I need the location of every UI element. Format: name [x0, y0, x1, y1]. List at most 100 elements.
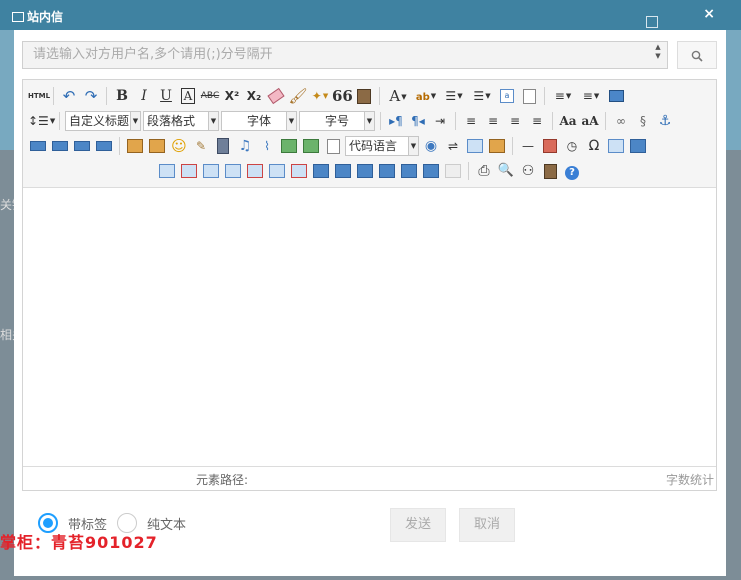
- toolbar-separator: [544, 86, 545, 105]
- word-image-icon[interactable]: [628, 136, 648, 156]
- row-spacing-top-icon[interactable]: ≡▼: [550, 86, 576, 106]
- recipient-scroll-arrows[interactable]: ▲ ▼: [652, 43, 664, 67]
- underline-icon[interactable]: U: [156, 86, 176, 106]
- insert-col-icon[interactable]: [267, 161, 287, 181]
- horizontal-rule-icon[interactable]: —: [518, 136, 538, 156]
- strikethrough-icon[interactable]: ABC: [200, 86, 220, 106]
- toolbar-separator: [59, 111, 60, 130]
- subscript-icon[interactable]: X₂: [244, 86, 264, 106]
- delete-table-icon[interactable]: [179, 161, 199, 181]
- align-left-icon[interactable]: ≡: [461, 111, 481, 131]
- anchor-icon[interactable]: ⚓: [655, 111, 675, 131]
- image-right-icon[interactable]: [72, 136, 92, 156]
- font-border-icon[interactable]: A: [178, 86, 198, 106]
- search-replace-icon[interactable]: ⚇: [518, 161, 538, 181]
- custom-title-dropdown[interactable]: 自定义标题 ▼: [65, 110, 141, 131]
- split-to-cells-icon[interactable]: [377, 161, 397, 181]
- editor-content-area[interactable]: [23, 188, 716, 466]
- font-size-dropdown[interactable]: 字号 ▼: [299, 110, 375, 131]
- clear-doc-icon[interactable]: [519, 86, 539, 106]
- indent-icon[interactable]: ⇥: [430, 111, 450, 131]
- bold-icon[interactable]: B: [112, 86, 132, 106]
- format-brush-icon[interactable]: 🖌: [288, 86, 308, 106]
- preview-icon[interactable]: [606, 86, 626, 106]
- unordered-list-icon[interactable]: ☰▼: [469, 86, 495, 106]
- redo-icon[interactable]: ↷: [81, 86, 101, 106]
- scrawl-icon[interactable]: ✎: [191, 136, 211, 156]
- chart-icon[interactable]: [443, 161, 463, 181]
- superscript-icon[interactable]: X²: [222, 86, 242, 106]
- dialog-body: 请选输入对方用户名,多个请用(;)分号隔开 ▲ ▼ HTML ↶ ↷ B I U …: [14, 30, 726, 576]
- image-center-icon[interactable]: [94, 136, 114, 156]
- spell-check-icon[interactable]: [606, 136, 626, 156]
- direction-rtl-icon[interactable]: ¶◂: [408, 111, 428, 131]
- help-icon[interactable]: ?: [562, 161, 582, 181]
- merge-down-icon[interactable]: [355, 161, 375, 181]
- italic-icon[interactable]: I: [134, 86, 154, 106]
- simple-upload-icon[interactable]: [125, 136, 145, 156]
- line-height-icon[interactable]: ↕☰▼: [28, 111, 55, 131]
- element-path-label: 元素路径:: [196, 473, 249, 487]
- music-icon[interactable]: ♫: [235, 136, 255, 156]
- auto-format-icon[interactable]: ✦▼: [310, 86, 330, 106]
- cancel-button[interactable]: 取消: [459, 508, 515, 542]
- attachment-icon[interactable]: ⌇: [257, 136, 277, 156]
- recipient-input[interactable]: 请选输入对方用户名,多个请用(;)分号隔开: [22, 41, 668, 69]
- search-button[interactable]: [677, 41, 717, 69]
- to-lowercase-icon[interactable]: aA: [580, 111, 600, 131]
- page-break-icon[interactable]: ⇌: [443, 136, 463, 156]
- insert-paragraph-before-table-icon[interactable]: [201, 161, 221, 181]
- link-icon[interactable]: ∞: [611, 111, 631, 131]
- paste-plain-icon[interactable]: [354, 86, 374, 106]
- insert-table-icon[interactable]: [157, 161, 177, 181]
- ordered-list-icon[interactable]: ☰▼: [441, 86, 467, 106]
- split-to-rows-icon[interactable]: [399, 161, 419, 181]
- paragraph-format-dropdown[interactable]: 段落格式 ▼: [143, 110, 219, 131]
- template-icon[interactable]: [465, 136, 485, 156]
- select-all-icon[interactable]: a: [497, 86, 517, 106]
- eraser-icon[interactable]: [266, 86, 286, 106]
- image-none-icon[interactable]: [28, 136, 48, 156]
- align-center-icon[interactable]: ≡: [483, 111, 503, 131]
- video-icon[interactable]: [213, 136, 233, 156]
- background-icon[interactable]: [487, 136, 507, 156]
- web-picture-icon[interactable]: ◉: [421, 136, 441, 156]
- close-button[interactable]: ×: [703, 6, 715, 22]
- chevron-down-icon: ▼: [208, 111, 218, 130]
- font-family-dropdown[interactable]: 字体 ▼: [221, 110, 297, 131]
- image-left-icon[interactable]: [50, 136, 70, 156]
- undo-icon[interactable]: ↶: [59, 86, 79, 106]
- merge-cells-icon[interactable]: [311, 161, 331, 181]
- row-spacing-bottom-icon[interactable]: ≡▼: [578, 86, 604, 106]
- align-justify-icon[interactable]: ≡: [527, 111, 547, 131]
- map-icon[interactable]: [279, 136, 299, 156]
- print-icon[interactable]: ⎙: [474, 161, 494, 181]
- delete-col-icon[interactable]: [289, 161, 309, 181]
- merge-right-icon[interactable]: [333, 161, 353, 181]
- align-right-icon[interactable]: ≡: [505, 111, 525, 131]
- date-icon[interactable]: [540, 136, 560, 156]
- highlight-color-icon[interactable]: ab▼: [413, 86, 439, 106]
- unlink-icon[interactable]: §: [633, 111, 653, 131]
- special-char-icon[interactable]: Ω: [584, 136, 604, 156]
- google-map-icon[interactable]: [301, 136, 321, 156]
- send-button[interactable]: 发送: [390, 508, 446, 542]
- draft-icon[interactable]: [540, 161, 560, 181]
- to-uppercase-icon[interactable]: Aa: [558, 111, 578, 131]
- rich-text-editor: HTML ↶ ↷ B I U A ABC X² X₂ 🖌 ✦▼ 66 A▼ ab…: [22, 79, 717, 491]
- preview-zoom-icon[interactable]: 🔍: [496, 161, 516, 181]
- quote-icon[interactable]: 66: [332, 86, 353, 106]
- insert-row-icon[interactable]: [223, 161, 243, 181]
- direction-ltr-icon[interactable]: ▸¶: [386, 111, 406, 131]
- maximize-icon[interactable]: [646, 16, 658, 28]
- delete-row-icon[interactable]: [245, 161, 265, 181]
- code-language-dropdown[interactable]: 代码语言 ▼: [345, 135, 419, 156]
- word-count-label: 字数统计: [665, 473, 714, 487]
- multi-image-icon[interactable]: [147, 136, 167, 156]
- emotion-icon[interactable]: ☺: [169, 136, 189, 156]
- time-icon[interactable]: ◷: [562, 136, 582, 156]
- html-source-button[interactable]: HTML: [28, 86, 50, 106]
- font-color-icon[interactable]: A▼: [385, 86, 411, 106]
- split-to-cols-icon[interactable]: [421, 161, 441, 181]
- insert-frame-icon[interactable]: [323, 136, 343, 156]
